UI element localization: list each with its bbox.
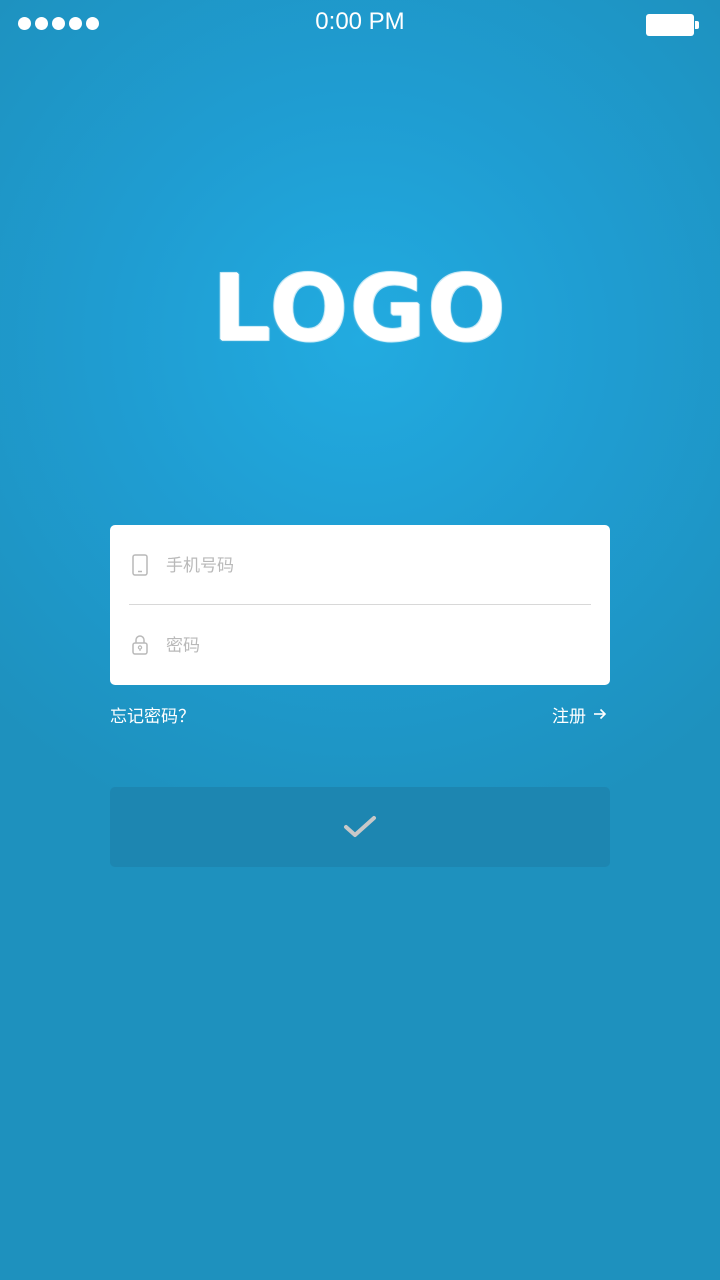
register-link[interactable]: 注册 [552, 702, 608, 727]
password-field-row [110, 605, 610, 685]
status-bar: 0:00 PM [0, 0, 720, 50]
check-icon [344, 816, 376, 837]
arrow-right-icon [594, 708, 607, 720]
lock-icon [132, 635, 148, 655]
register-label: 注册 [552, 706, 586, 727]
forgot-password-link[interactable]: 忘记密码？ [110, 702, 195, 727]
phone-field-row [110, 525, 610, 605]
mobile-phone-icon [132, 554, 148, 576]
login-card [110, 525, 610, 685]
submit-login-button[interactable] [110, 787, 610, 867]
phone-input[interactable] [164, 547, 588, 585]
status-time: 0:00 PM [315, 8, 405, 35]
password-input[interactable] [164, 627, 588, 665]
battery-icon [646, 14, 699, 36]
app-logo: LOGO [212, 255, 508, 362]
